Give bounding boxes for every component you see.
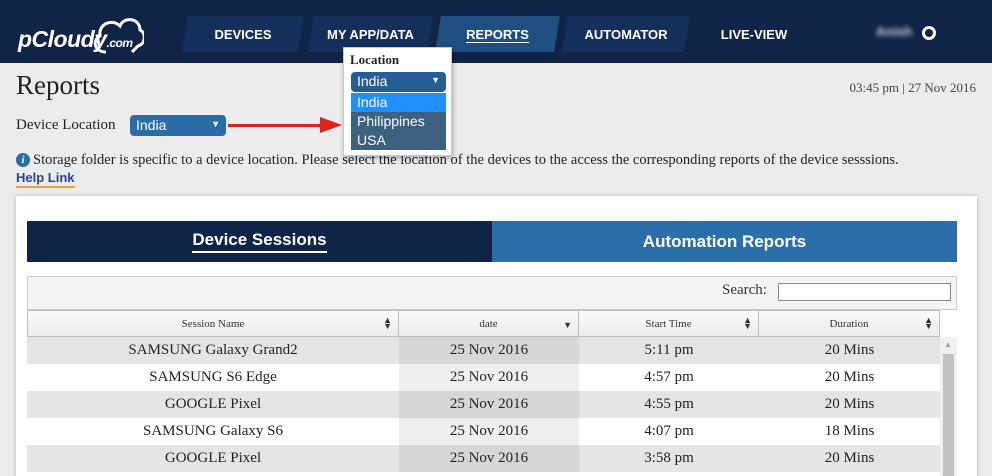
date-cell: 25 Nov 2016	[399, 364, 579, 391]
session-name-cell: SAMSUNG S6 Edge	[27, 364, 399, 391]
nav-tab-label: LIVE-VIEW	[720, 26, 788, 42]
sort-descending-icon: ▼	[563, 320, 572, 330]
sort-icon: ▲ ▼	[743, 315, 752, 331]
tab-label: Automation Reports	[642, 231, 807, 251]
table-row[interactable]: SAMSUNG Galaxy Grand2 25 Nov 2016 5:11 p…	[27, 337, 940, 364]
nav-tab-live-view[interactable]: LIVE-VIEW	[692, 16, 816, 52]
annotation-arrow-shaft	[228, 124, 324, 127]
nav-tab-reports[interactable]: REPORTS	[435, 16, 560, 52]
column-header-start-time[interactable]: Start Time ▲ ▼	[579, 310, 759, 337]
duration-cell: 20 Mins	[759, 337, 940, 364]
sort-icon: ▲ ▼	[383, 315, 392, 331]
column-header-label: date	[479, 317, 498, 330]
start-time-cell: 4:55 pm	[579, 391, 759, 418]
nav-tab-devices[interactable]: DEVICES	[182, 16, 304, 52]
location-select[interactable]: India ▼	[351, 72, 446, 92]
popup-title: Location	[350, 52, 400, 67]
session-name-cell: GOOGLE Pixel	[27, 445, 399, 472]
date-cell: 25 Nov 2016	[399, 445, 579, 472]
start-time-cell: 3:58 pm	[579, 445, 759, 472]
brand-name: pCloudy	[18, 26, 107, 52]
column-header-date[interactable]: date ▼	[399, 310, 579, 337]
nav-tab-label: REPORTS	[466, 26, 529, 42]
brand-suffix: .com	[106, 36, 134, 50]
table-row[interactable]: SAMSUNG Galaxy S6 25 Nov 2016 4:07 pm 18…	[27, 418, 940, 445]
info-text: Storage folder is specific to a device l…	[33, 152, 899, 168]
duration-cell: 20 Mins	[759, 391, 940, 418]
caret-down-icon: ▼	[431, 75, 440, 85]
nav-tab-label: MY APP/DATA	[327, 26, 414, 42]
column-header-label: Duration	[829, 317, 869, 330]
sort-icon: ▲ ▼	[924, 315, 933, 331]
tab-automation-reports[interactable]: Automation Reports	[492, 221, 957, 262]
search-label: Search:	[722, 282, 767, 298]
session-name-cell: GOOGLE Pixel	[27, 391, 399, 418]
tab-label: Device Sessions	[192, 230, 327, 253]
start-time-cell: 5:11 pm	[579, 337, 759, 364]
timestamp: 03:45 pm | 27 Nov 2016	[849, 80, 976, 95]
device-location-label: Device Location	[16, 117, 116, 133]
info-message: i Storage folder is specific to a device …	[16, 152, 899, 169]
page-title: Reports	[16, 70, 100, 100]
table-row[interactable]: GOOGLE Pixel 25 Nov 2016 4:55 pm 20 Mins	[27, 391, 940, 418]
location-option-india[interactable]: India	[351, 93, 446, 112]
info-icon: i	[16, 153, 30, 167]
device-location-select[interactable]: India ▼	[130, 115, 226, 136]
date-cell: 25 Nov 2016	[399, 337, 579, 364]
user-name[interactable]: Anish	[876, 24, 912, 39]
date-cell: 25 Nov 2016	[399, 391, 579, 418]
caret-down-icon: ▼	[211, 119, 220, 129]
device-location-value: India	[136, 117, 167, 133]
top-navigation-bar: pCloudy.com DEVICES MY APP/DATA REPORTS …	[0, 0, 992, 63]
session-name-cell: SAMSUNG Galaxy Grand2	[27, 337, 399, 364]
location-options-list: India Philippines USA	[351, 93, 446, 150]
table-body: SAMSUNG Galaxy Grand2 25 Nov 2016 5:11 p…	[27, 337, 940, 472]
table-header: Session Name ▲ ▼ date ▼ Start Time ▲ ▼ Dur…	[27, 310, 940, 337]
session-name-cell: SAMSUNG Galaxy S6	[27, 418, 399, 445]
duration-cell: 18 Mins	[759, 418, 940, 445]
column-header-label: Start Time	[645, 317, 692, 330]
nav-tab-label: AUTOMATOR	[584, 26, 668, 42]
column-header-label: Session Name	[181, 317, 245, 330]
location-option-usa[interactable]: USA	[351, 131, 446, 150]
annotation-arrow-head-icon	[320, 117, 342, 133]
table-row[interactable]: SAMSUNG S6 Edge 25 Nov 2016 4:57 pm 20 M…	[27, 364, 940, 391]
tab-device-sessions[interactable]: Device Sessions	[27, 221, 492, 262]
location-dropdown-popup: Location India ▼ India Philippines USA	[343, 47, 452, 156]
location-option-philippines[interactable]: Philippines	[351, 112, 446, 131]
search-input[interactable]	[778, 283, 951, 301]
nav-tab-label: DEVICES	[214, 26, 272, 42]
duration-cell: 20 Mins	[759, 364, 940, 391]
date-cell: 25 Nov 2016	[399, 418, 579, 445]
location-selected-value: India	[357, 73, 388, 89]
duration-cell: 20 Mins	[759, 445, 940, 472]
scroll-up-arrow-icon[interactable]: ▲	[944, 340, 952, 349]
start-time-cell: 4:07 pm	[579, 418, 759, 445]
column-header-duration[interactable]: Duration ▲ ▼	[759, 310, 940, 337]
start-time-cell: 4:57 pm	[579, 364, 759, 391]
help-link[interactable]: Help Link	[16, 170, 75, 188]
user-menu-icon[interactable]	[922, 26, 936, 40]
column-header-session-name[interactable]: Session Name ▲ ▼	[27, 310, 399, 337]
brand-logo-text[interactable]: pCloudy.com	[18, 26, 133, 53]
nav-tab-automator[interactable]: AUTOMATOR	[562, 16, 690, 52]
table-row[interactable]: GOOGLE Pixel 25 Nov 2016 3:58 pm 20 Mins	[27, 445, 940, 472]
scrollbar-thumb[interactable]	[943, 354, 954, 476]
